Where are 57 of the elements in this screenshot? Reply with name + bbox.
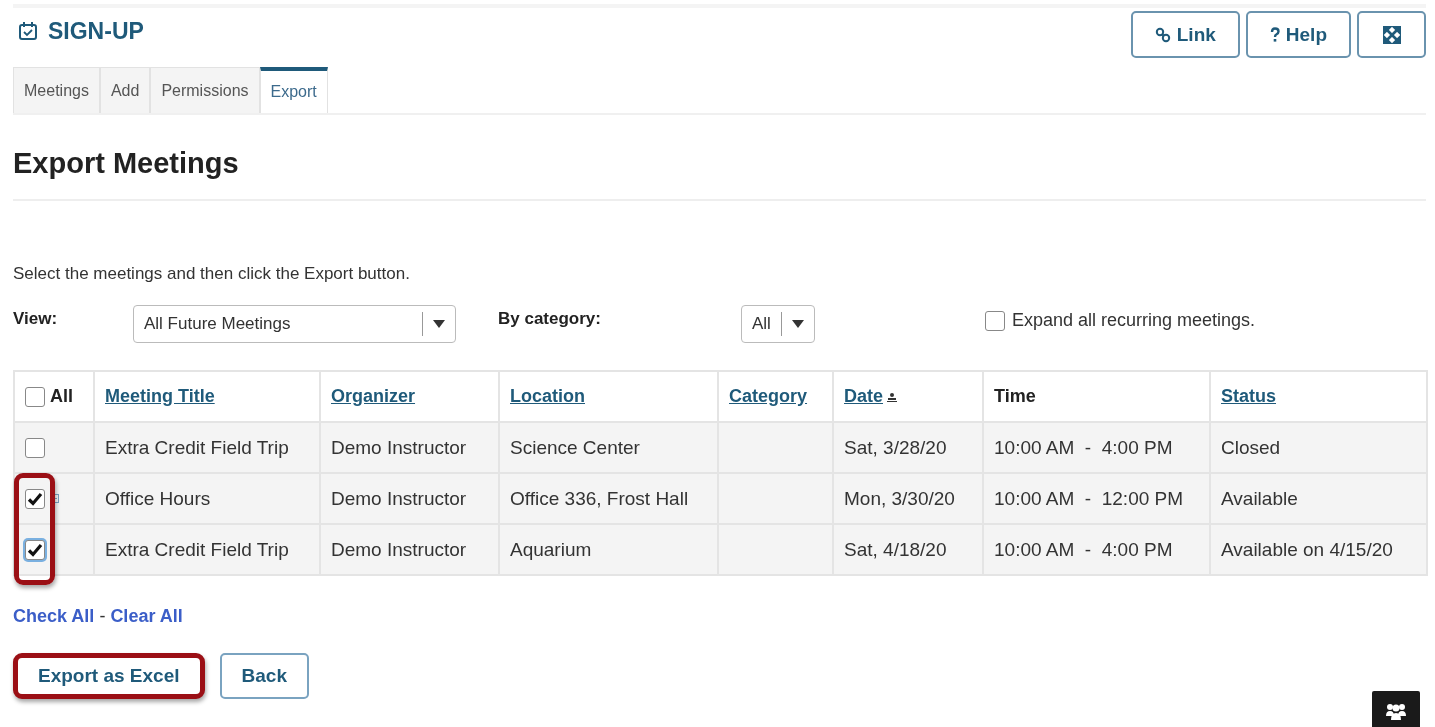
table-cell: Aquarium: [510, 538, 592, 560]
table-cell: Closed: [1221, 436, 1281, 458]
table-cell: 10:00 AM - 12:00 PM: [994, 487, 1184, 509]
select-all-label: All: [50, 386, 73, 407]
column-header-link[interactable]: Organizer: [331, 386, 416, 407]
checkbox[interactable]: [984, 310, 1005, 331]
instruction-text: Select the meetings and then click the Export button.: [13, 264, 411, 284]
checkbox-label: Expand all recurring meetings.: [1011, 310, 1256, 331]
check-all-link[interactable]: Check All: [13, 606, 95, 627]
row-checkbox[interactable]: [25, 539, 45, 560]
category-label: By category:: [498, 309, 602, 329]
table-cell: Sat, 3/28/20: [844, 436, 947, 458]
tool-title: SIGN-UP: [48, 17, 144, 45]
table-cell: Available: [1221, 487, 1298, 509]
table-cell: Available on 4/15/20: [1221, 538, 1393, 560]
calendar-icon: [18, 21, 38, 41]
column-header-link[interactable]: Status: [1221, 386, 1276, 407]
column-header: Time: [994, 386, 1036, 407]
category-dropdown[interactable]: All: [741, 305, 815, 343]
roster-button[interactable]: [1372, 691, 1420, 727]
link-icon: [1154, 26, 1171, 43]
table-cell: Mon, 3/30/20: [844, 487, 955, 509]
tab[interactable]: Export: [259, 67, 328, 113]
page-heading: Export Meetings: [13, 146, 240, 181]
table-cell: Office Hours: [105, 487, 211, 509]
action-button[interactable]: Export as Excel: [13, 653, 205, 699]
view-dropdown[interactable]: All Future Meetings: [133, 305, 456, 343]
table-cell: Extra Credit Field Trip: [105, 436, 289, 458]
table-cell: Extra Credit Field Trip: [105, 538, 289, 560]
column-header-link[interactable]: Date: [844, 386, 883, 407]
action-button[interactable]: Back: [219, 653, 309, 699]
caret-icon: [791, 320, 804, 328]
view-label: View:: [13, 309, 59, 329]
table-cell: 10:00 AM - 4:00 PM: [994, 436, 1173, 458]
column-header-link[interactable]: Location: [510, 386, 585, 407]
tab[interactable]: Meetings: [13, 67, 100, 113]
table-cell: Office 336, Frost Hall: [510, 487, 689, 509]
table-cell: Sat, 4/18/20: [844, 538, 947, 560]
link-button[interactable]: Link: [1130, 11, 1240, 58]
select-all-checkbox[interactable]: [25, 386, 45, 407]
tab[interactable]: Add: [99, 67, 151, 113]
table-cell: Demo Instructor: [331, 538, 467, 560]
maximize-button[interactable]: [1357, 11, 1426, 58]
table-cell: 10:00 AM - 4:00 PM: [994, 538, 1173, 560]
people-icon: [1385, 702, 1407, 720]
help-button[interactable]: Help: [1245, 11, 1351, 58]
caret-icon: [433, 320, 445, 328]
sort-ascending-icon: [887, 391, 897, 402]
row-checkbox[interactable]: [25, 488, 45, 509]
table-cell: Science Center: [510, 436, 640, 458]
help-icon: [1269, 26, 1280, 43]
separator-text: -: [99, 606, 106, 627]
table-cell: Demo Instructor: [331, 487, 467, 509]
table-cell: Demo Instructor: [331, 436, 467, 458]
clear-all-link[interactable]: Clear All: [110, 606, 183, 627]
row-checkbox[interactable]: [25, 437, 45, 458]
tab[interactable]: Permissions: [150, 67, 260, 113]
